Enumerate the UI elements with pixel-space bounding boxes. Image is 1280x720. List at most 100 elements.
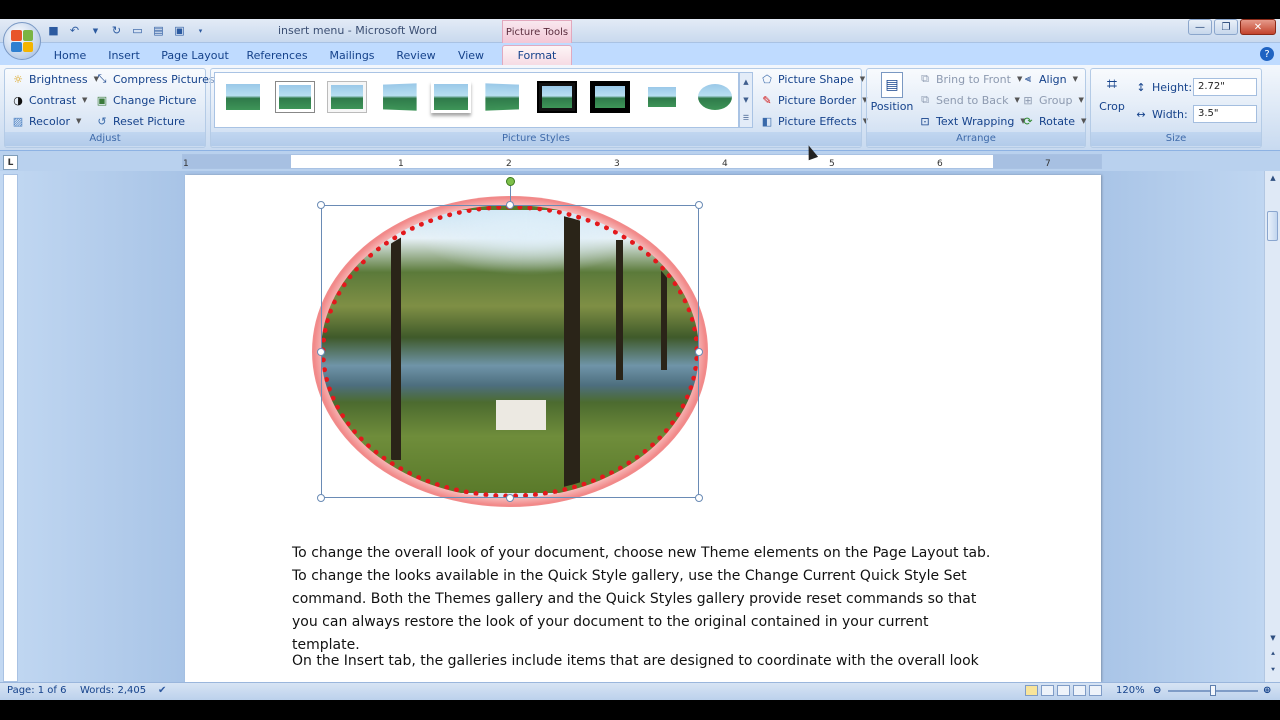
paragraph-1[interactable]: To change the overall look of your docum… [292,542,992,657]
horizontal-ruler[interactable]: 1 1 2 3 4 5 6 7 [182,154,1102,169]
style-thumb-7[interactable] [537,81,577,113]
word-count[interactable]: Words: 2,405 [80,685,146,696]
minimize-icon[interactable]: — [1188,19,1212,35]
customize-qat-icon[interactable]: ▾ [193,23,208,38]
recolor-label: Recolor [29,114,71,128]
style-thumb-2[interactable] [275,81,315,113]
rotate-handle[interactable] [506,177,515,186]
brightness-icon: ☼ [13,72,23,86]
vertical-ruler[interactable] [3,174,18,682]
zoom-out-icon[interactable]: ⊖ [1153,685,1161,696]
scroll-thumb[interactable] [1267,211,1278,241]
group-label: Group [1039,93,1073,107]
picture-border-button[interactable]: ✎ Picture Border ▼ [760,93,867,107]
style-thumb-1[interactable] [223,81,263,113]
web-layout-icon[interactable] [1057,685,1070,696]
style-thumb-3[interactable] [327,81,367,113]
gallery-more-icon[interactable]: ☰ [743,114,749,122]
change-picture-label: Change Picture [113,93,197,107]
compress-label: Compress Pictures [113,72,215,86]
picture-effects-button[interactable]: ◧ Picture Effects▼ [760,114,868,128]
tab-review[interactable]: Review [393,45,439,65]
close-icon[interactable]: ✕ [1240,19,1276,35]
undo-dropdown-icon[interactable]: ▼ [88,23,103,38]
full-screen-reading-icon[interactable] [1041,685,1054,696]
zoom-level[interactable]: 120% [1116,685,1145,696]
tab-home[interactable]: Home [50,45,90,65]
picture-effects-icon: ◧ [761,114,773,128]
style-thumb-4[interactable] [380,80,420,114]
proofing-icon[interactable]: ✔ [158,685,166,696]
style-thumb-6[interactable] [482,80,522,114]
gallery-down-icon[interactable]: ▼ [743,96,748,104]
gallery-scroll[interactable]: ▲ ▼ ☰ [739,72,753,128]
width-input[interactable]: 3.5" [1193,105,1257,123]
crop-button[interactable]: ⌗ Crop [1096,72,1128,114]
position-icon: ▤ [881,72,903,98]
contrast-button[interactable]: ◑ Contrast ▼ [11,93,87,107]
send-to-back-button[interactable]: ⧉ Send to Back ▼ [918,93,1020,107]
print-layout-view-icon[interactable] [1025,685,1038,696]
resize-handle-bottom-left[interactable] [317,494,325,502]
position-button[interactable]: ▤ Position [871,72,913,113]
text-wrapping-button[interactable]: ⊡ Text Wrapping ▼ [918,114,1025,128]
office-button[interactable] [3,22,41,60]
resize-handle-bottom-right[interactable] [695,494,703,502]
tab-format[interactable]: Format [502,45,572,65]
undo-icon[interactable]: ↶ [67,23,82,38]
compress-pictures-button[interactable]: ⤡ Compress Pictures [95,72,215,86]
style-thumb-9[interactable] [642,81,682,113]
resize-handle-top-left[interactable] [317,201,325,209]
tab-mailings[interactable]: Mailings [325,45,379,65]
next-page-icon[interactable]: ⯆ [1266,663,1280,677]
vertical-scrollbar[interactable]: ▲ ▼ ⯅ ⯆ [1264,171,1280,682]
group-icon: ⊞ [1023,93,1033,107]
tab-selector[interactable]: L [3,155,18,170]
picture-icon[interactable]: ▣ [172,23,187,38]
gallery-up-icon[interactable]: ▲ [743,78,748,86]
zoom-slider-knob[interactable] [1210,685,1216,696]
resize-handle-right[interactable] [695,348,703,356]
style-thumb-10[interactable] [695,81,735,113]
contrast-label: Contrast [29,93,77,107]
group-button[interactable]: ⊞ Group ▼ [1021,93,1084,107]
print-preview-icon[interactable]: ▤ [151,23,166,38]
rotate-button[interactable]: ⟳ Rotate ▼ [1021,114,1086,128]
style-thumb-5[interactable] [431,81,471,113]
resize-handle-top-right[interactable] [695,201,703,209]
recolor-button[interactable]: ▨ Recolor ▼ [11,114,82,128]
open-icon[interactable]: ▭ [130,23,145,38]
align-button[interactable]: ⫷ Align ▼ [1021,72,1078,86]
scroll-up-icon[interactable]: ▲ [1266,171,1280,185]
outline-view-icon[interactable] [1073,685,1086,696]
bring-to-front-button[interactable]: ⧉ Bring to Front ▼ [918,72,1022,86]
restore-icon[interactable]: ❐ [1214,19,1238,35]
height-input[interactable]: 2.72" [1193,78,1257,96]
style-thumb-8[interactable] [590,81,630,113]
reset-picture-button[interactable]: ↺ Reset Picture [95,114,185,128]
zoom-in-icon[interactable]: ⊕ [1263,685,1271,696]
save-icon[interactable]: ■ [46,23,61,38]
help-icon[interactable]: ? [1260,47,1274,61]
tab-references[interactable]: References [245,45,309,65]
change-picture-button[interactable]: ▣ Change Picture [95,93,197,107]
tab-page-layout[interactable]: Page Layout [160,45,230,65]
letterbox-top [0,0,1280,19]
brightness-button[interactable]: ☼ Brightness ▼ [11,72,99,86]
resize-handle-left[interactable] [317,348,325,356]
paragraph-2[interactable]: On the Insert tab, the galleries include… [292,650,992,673]
scroll-down-icon[interactable]: ▼ [1266,631,1280,645]
redo-icon[interactable]: ↻ [109,23,124,38]
group-arrange-label: Arrange [867,132,1085,146]
draft-view-icon[interactable] [1089,685,1102,696]
resize-handle-top[interactable] [506,201,514,209]
page-count[interactable]: Page: 1 of 6 [7,685,66,696]
tab-insert[interactable]: Insert [104,45,144,65]
picture-shape-button[interactable]: ⬠ Picture Shape ▼ [760,72,865,86]
previous-page-icon[interactable]: ⯅ [1266,647,1280,661]
tab-view[interactable]: View [452,45,490,65]
ruler-number: 4 [722,159,728,169]
brightness-label: Brightness [29,72,88,86]
resize-handle-bottom[interactable] [506,494,514,502]
picture-border-icon: ✎ [762,93,772,107]
